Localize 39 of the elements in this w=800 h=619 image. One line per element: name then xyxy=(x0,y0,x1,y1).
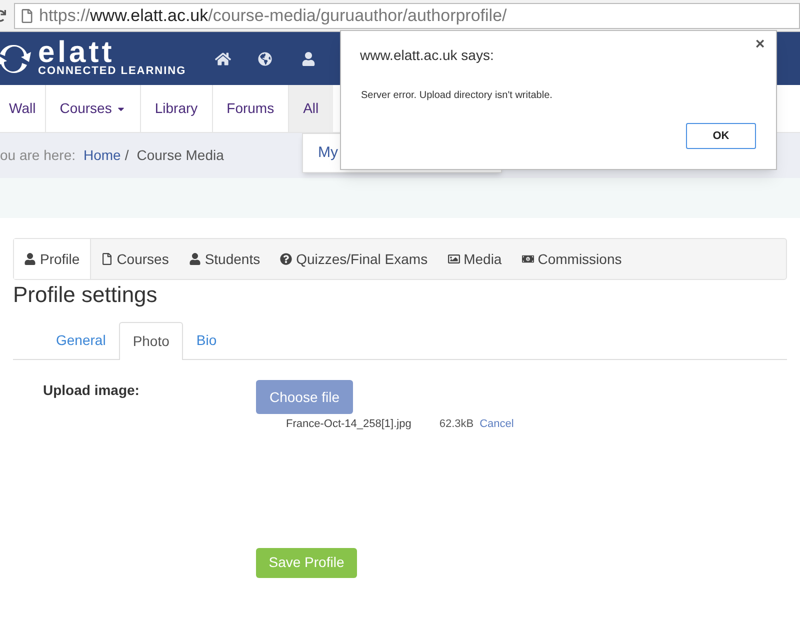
profile-tab[interactable]: Students xyxy=(178,239,270,279)
cancel-link[interactable]: Cancel xyxy=(480,416,514,432)
page-icon xyxy=(21,8,33,22)
logo-tagline: CONNECTED LEARNING xyxy=(38,66,186,77)
globe-icon[interactable] xyxy=(258,52,272,66)
user-icon xyxy=(24,253,36,265)
question-icon xyxy=(280,253,292,265)
ok-button[interactable]: OK xyxy=(686,123,756,149)
home-icon[interactable] xyxy=(215,50,232,66)
dialog-message: Server error. Upload directory isn't writable. xyxy=(361,89,552,103)
breadcrumb-current: Course Media xyxy=(136,146,224,165)
image-icon xyxy=(448,253,460,265)
profile-tab[interactable]: Quizzes/Final Exams xyxy=(270,239,438,279)
menu-item[interactable]: My xyxy=(318,142,338,164)
file-icon xyxy=(100,253,113,265)
breadcrumb-link[interactable]: Home xyxy=(84,145,121,166)
upload-label: Upload image: xyxy=(42,381,140,400)
address-bar[interactable]: https://www.elatt.ac.uk/course-media/guruauthor/authorprofile/ xyxy=(14,2,800,28)
file-size: 62.3kB xyxy=(439,417,474,432)
close-button[interactable]: × xyxy=(752,35,768,55)
user-icon xyxy=(188,253,201,265)
profile-tab[interactable]: Profile xyxy=(14,239,91,279)
sub-tab[interactable]: Photo xyxy=(118,322,184,360)
sub-tab[interactable]: Bio xyxy=(183,322,230,359)
breadcrumb-separator: / xyxy=(124,146,129,165)
profile-tab[interactable]: Media xyxy=(438,239,512,279)
logo[interactable]: elatt CONNECTED LEARNING xyxy=(0,38,186,78)
page-heading: Profile settings xyxy=(13,281,158,309)
banknote-icon xyxy=(522,253,534,265)
dialog-title: www.elatt.ac.uk says: xyxy=(360,46,494,65)
file-name: France-Oct-14_258[1].jpg xyxy=(286,417,412,432)
nav-item[interactable]: All xyxy=(288,85,333,132)
sub-tab[interactable]: General xyxy=(43,322,119,359)
breadcrumb-prefix: ou are here: xyxy=(0,146,76,165)
user-icon[interactable] xyxy=(302,52,316,66)
logo-wordmark: elatt xyxy=(38,40,115,66)
url-text: https://www.elatt.ac.uk/course-media/guruauthor/authorprofile/ xyxy=(39,4,507,27)
profile-tab[interactable]: Commissions xyxy=(512,239,632,279)
profile-tab[interactable]: Courses xyxy=(90,239,179,279)
